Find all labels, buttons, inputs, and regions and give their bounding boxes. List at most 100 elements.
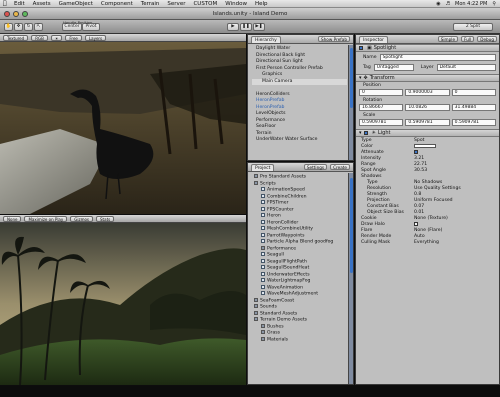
menu-custom[interactable]: CUSTOM: [193, 1, 217, 7]
menu-help[interactable]: Help: [255, 1, 268, 7]
show-prefab-button[interactable]: Show Prefab: [318, 36, 350, 42]
property-value[interactable]: Everything: [414, 240, 499, 246]
tab-hierarchy[interactable]: Hierarchy: [251, 35, 281, 43]
scene-view[interactable]: Textured RGB ☀ Free Layers: [0, 34, 246, 214]
clock[interactable]: Mon 4:22 PM: [455, 1, 487, 7]
layout-dropdown[interactable]: 2 Split: [453, 23, 493, 31]
scale-z-field[interactable]: 0.5909781: [451, 119, 496, 126]
object-header: ▣ Spotlight: [356, 44, 499, 52]
stats-toggle[interactable]: Stats: [96, 215, 115, 222]
script-icon: [261, 206, 265, 211]
simple-view-button[interactable]: Simple: [437, 36, 459, 42]
project-item-label: Grass: [267, 330, 281, 336]
volume-icon[interactable]: ♬: [446, 1, 450, 7]
full-view-button[interactable]: Full: [461, 36, 475, 42]
play-button[interactable]: ▶: [227, 23, 239, 31]
project-scroll-thumb[interactable]: [349, 178, 353, 273]
project-item-label: Scripts: [260, 181, 276, 186]
game-view[interactable]: None Maximize on Play Gizmos Stats: [0, 215, 246, 385]
rotation-z-field[interactable]: 31.49884: [451, 104, 496, 111]
hierarchy-scroll-thumb[interactable]: [349, 48, 353, 108]
menu-terrain[interactable]: Terrain: [141, 1, 160, 7]
foldout-arrow-icon[interactable]: ▾: [359, 129, 362, 137]
project-item[interactable]: Particle Alpha Blend goodfog: [252, 239, 347, 246]
center-toggle[interactable]: Center: [62, 23, 82, 31]
pivot-toggle[interactable]: Pivot: [82, 23, 100, 31]
step-button[interactable]: ▶❚: [253, 23, 265, 31]
tag-dropdown[interactable]: Untagged: [373, 64, 414, 71]
shading-dropdown[interactable]: Textured: [3, 34, 29, 41]
hierarchy-item-label: Directional Back light: [256, 52, 306, 58]
foldout-arrow-icon[interactable]: ▾: [359, 74, 362, 82]
position-fields: 0 0.9000003 0: [359, 89, 496, 96]
script-icon: [261, 271, 265, 276]
layers-dropdown[interactable]: Layers: [84, 34, 107, 41]
hierarchy-item-label: Terrain: [256, 130, 272, 136]
light-enabled-checkbox[interactable]: [363, 131, 368, 135]
persp-dropdown[interactable]: Free: [65, 34, 82, 41]
scale-x-field[interactable]: 0.5909781: [359, 119, 404, 126]
project-item-label: Sounds: [260, 304, 277, 310]
rotation-y-field[interactable]: 10.0826: [405, 104, 450, 111]
lighting-toggle[interactable]: ☀: [50, 34, 63, 41]
menu-component[interactable]: Component: [101, 1, 133, 7]
property-value-text: 3.21: [414, 156, 425, 161]
project-item[interactable]: Materials: [252, 336, 347, 344]
folder-icon: [254, 304, 258, 308]
layer-dropdown[interactable]: Default: [436, 64, 496, 71]
maximize-on-play-toggle[interactable]: Maximize on Play: [24, 215, 68, 222]
hand-tool-button[interactable]: ✋: [4, 23, 13, 31]
scale-y-field[interactable]: 0.5909781: [405, 119, 450, 126]
rotation-x-field[interactable]: 16.86667: [359, 104, 404, 111]
create-button[interactable]: Create: [330, 164, 350, 170]
hierarchy-item-label: HeronPrefab: [256, 98, 285, 103]
settings-button[interactable]: Settings: [303, 164, 328, 170]
hierarchy-item-label: Main Camera: [262, 78, 293, 84]
hierarchy-scrollbar[interactable]: [348, 45, 353, 160]
position-x-field[interactable]: 0: [359, 89, 404, 96]
pause-button[interactable]: ❚❚: [240, 23, 252, 31]
menu-assets[interactable]: Assets: [33, 1, 51, 7]
menu-gameobject[interactable]: GameObject: [59, 1, 93, 7]
aspect-dropdown[interactable]: None: [3, 215, 22, 222]
project-item-label: WaveMeshAdjustment: [267, 291, 319, 297]
transform-header[interactable]: ▾ ✥ Transform: [356, 74, 499, 82]
debug-view-button[interactable]: Debug: [477, 36, 497, 42]
name-row: Name Spotlight: [356, 52, 499, 63]
project-scrollbar[interactable]: [348, 173, 353, 384]
tab-inspector[interactable]: Inspector: [359, 35, 388, 43]
color-swatch[interactable]: [414, 144, 436, 148]
scene-render: [0, 42, 246, 214]
position-y-field[interactable]: 0.9000003: [405, 89, 450, 96]
menu-edit[interactable]: Edit: [14, 1, 25, 7]
spotlight-search-icon[interactable]: ⚲: [492, 1, 496, 7]
menu-server[interactable]: Server: [167, 1, 185, 7]
script-icon: [261, 278, 265, 282]
project-item-label: ParrotWaypoints: [267, 233, 305, 238]
draw-halo-checkbox[interactable]: [414, 222, 418, 226]
name-field[interactable]: Spotlight: [379, 54, 496, 61]
position-z-field[interactable]: 0: [451, 89, 496, 96]
apple-icon[interactable]: : [3, 0, 9, 7]
hierarchy-item[interactable]: UnderWater Water Surface: [252, 137, 347, 144]
property-value-text: None (Texture): [414, 216, 448, 221]
gizmos-toggle[interactable]: Gizmos: [70, 215, 94, 222]
property-value-text: Uniform Focused: [414, 198, 453, 203]
script-icon: [261, 252, 265, 256]
attenuate-checkbox[interactable]: [414, 150, 418, 154]
render-mode-dropdown[interactable]: RGB: [31, 34, 48, 41]
move-tool-button[interactable]: ✥: [14, 23, 23, 31]
tab-project[interactable]: Project: [251, 163, 275, 171]
name-label: Name: [363, 54, 377, 60]
light-header[interactable]: ▾ ☀ Light: [356, 129, 499, 137]
transform-body: Position 0 0.9000003 0 Rotation 16.86667…: [356, 82, 499, 129]
script-icon: [261, 219, 265, 224]
inspector-tab-bar: Inspector Simple Full Debug: [356, 35, 499, 44]
hierarchy-item-label: UnderWater Water Surface: [256, 137, 318, 142]
menu-window[interactable]: Window: [225, 1, 247, 7]
rotate-tool-button[interactable]: ↻: [24, 23, 33, 31]
script-icon: [261, 284, 265, 289]
object-active-checkbox[interactable]: [359, 46, 363, 50]
wifi-icon[interactable]: ◉: [436, 1, 440, 7]
scale-tool-button[interactable]: ⇱: [34, 23, 43, 31]
